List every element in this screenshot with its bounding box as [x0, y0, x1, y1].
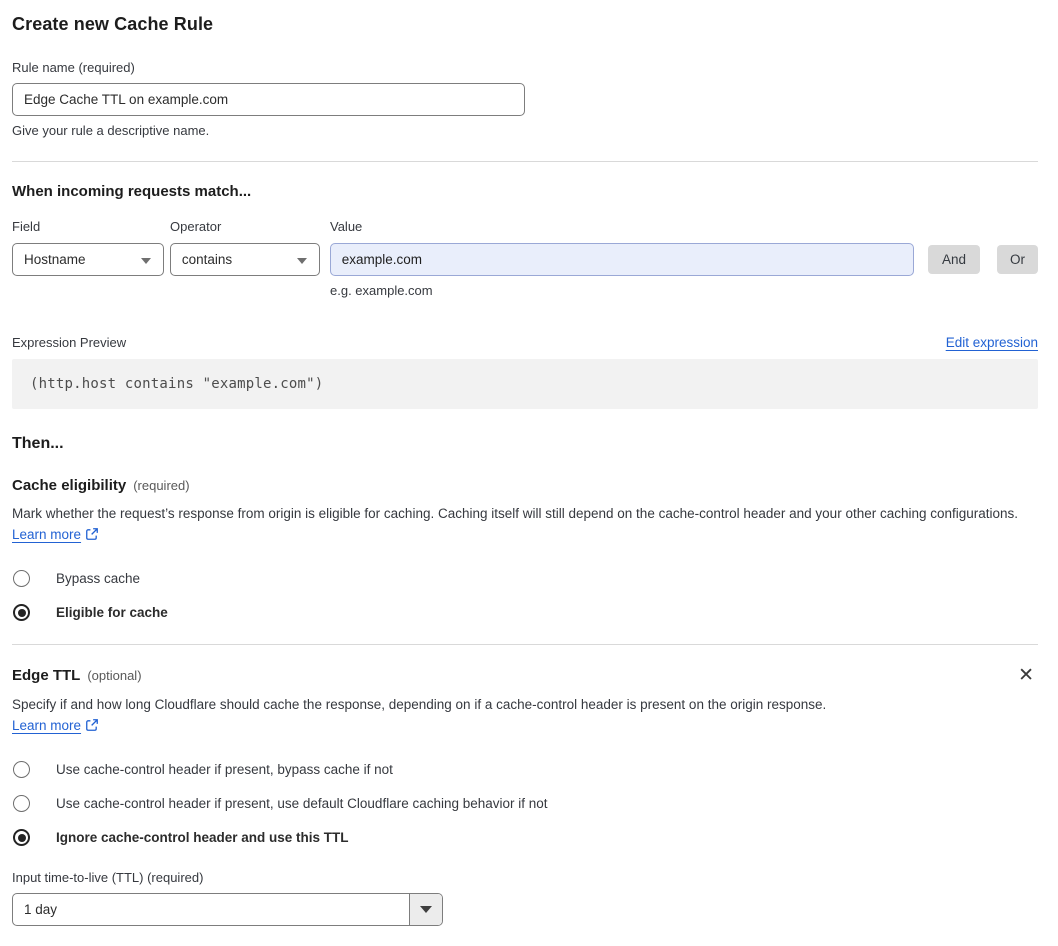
create-cache-rule-form: Create new Cache Rule Rule name (require… — [0, 0, 1058, 946]
edge-ttl-heading-row: Edge TTL (optional) ✕ — [12, 666, 1038, 685]
cache-eligibility-title: Cache eligibility — [12, 477, 127, 494]
radio-eligible-for-cache[interactable]: Eligible for cache — [12, 604, 1038, 621]
radio-icon — [13, 761, 30, 778]
radio-use-header-bypass[interactable]: Use cache-control header if present, byp… — [12, 761, 1038, 778]
ttl-dropdown-button[interactable] — [409, 894, 442, 925]
field-label: Field — [12, 219, 41, 234]
edit-expression-link[interactable]: Edit expression — [946, 335, 1038, 350]
value-helper: e.g. example.com — [330, 283, 433, 298]
criteria-row: Hostname contains And Or — [12, 243, 1039, 276]
section-divider — [12, 644, 1038, 645]
cache-eligibility-options: Bypass cache Eligible for cache — [12, 570, 1038, 621]
expression-preview-row: Expression Preview Edit expression — [12, 335, 1038, 350]
match-heading: When incoming requests match... — [12, 183, 252, 200]
radio-icon — [13, 570, 30, 587]
edge-ttl-title: Edge TTL — [12, 667, 81, 684]
ttl-label: Input time-to-live (TTL) (required) — [12, 870, 204, 885]
rule-name-input[interactable] — [12, 83, 525, 116]
radio-selected-icon — [13, 604, 30, 621]
rule-name-helper: Give your rule a descriptive name. — [12, 123, 210, 138]
edge-ttl-description-text: Specify if and how long Cloudflare shoul… — [12, 697, 827, 712]
ttl-select-value: 1 day — [24, 902, 58, 917]
operator-label: Operator — [170, 219, 222, 234]
edge-ttl-learn-more-link[interactable]: Learn more — [12, 718, 81, 733]
section-divider — [12, 161, 1038, 162]
cache-eligibility-learn-more-link[interactable]: Learn more — [12, 527, 81, 542]
edge-ttl-optional: (optional) — [87, 668, 142, 683]
cache-eligibility-description-text: Mark whether the request’s response from… — [12, 506, 1019, 521]
rule-name-label: Rule name (required) — [12, 60, 135, 75]
then-heading: Then... — [12, 435, 64, 452]
or-button[interactable]: Or — [997, 245, 1039, 274]
page-title: Create new Cache Rule — [12, 14, 214, 34]
edge-ttl-options: Use cache-control header if present, byp… — [12, 761, 1038, 846]
cache-eligibility-description: Mark whether the request’s response from… — [12, 503, 1038, 547]
edge-ttl-description: Specify if and how long Cloudflare shoul… — [12, 694, 847, 738]
expression-code: (http.host contains "example.com") — [12, 359, 1038, 409]
external-link-icon — [85, 526, 99, 547]
cache-eligibility-heading: Cache eligibility (required) — [12, 477, 1038, 494]
field-select[interactable]: Hostname — [12, 243, 164, 276]
radio-ignore-header-use-ttl[interactable]: Ignore cache-control header and use this… — [12, 829, 1038, 846]
criteria-labels: Field Operator Value — [12, 219, 1038, 234]
operator-select-value: contains — [181, 252, 233, 267]
field-select-value: Hostname — [24, 252, 86, 267]
and-button[interactable]: And — [927, 245, 981, 274]
radio-selected-icon — [13, 829, 30, 846]
ttl-select[interactable]: 1 day — [12, 893, 443, 926]
radio-icon — [13, 795, 30, 812]
chevron-down-icon — [296, 258, 307, 264]
radio-use-header-default[interactable]: Use cache-control header if present, use… — [12, 795, 1038, 812]
close-icon[interactable]: ✕ — [1014, 666, 1038, 685]
radio-bypass-cache[interactable]: Bypass cache — [12, 570, 1038, 587]
cache-eligibility-required: (required) — [133, 478, 190, 493]
value-input[interactable] — [329, 243, 914, 276]
edge-ttl-heading: Edge TTL (optional) — [12, 667, 142, 684]
operator-select[interactable]: contains — [169, 243, 320, 276]
chevron-down-icon — [140, 258, 151, 264]
value-label: Value — [330, 219, 363, 234]
expression-preview-label: Expression Preview — [12, 335, 127, 350]
external-link-icon — [85, 717, 99, 738]
chevron-down-icon — [420, 906, 432, 913]
